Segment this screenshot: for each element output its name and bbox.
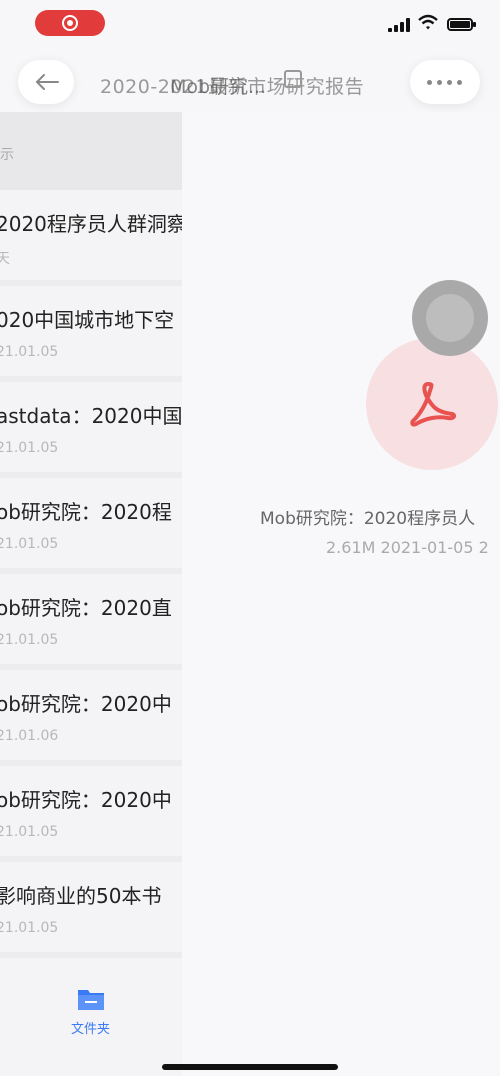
touch-indicator	[412, 280, 488, 356]
list-item-title: ob研究院：2020直	[0, 596, 172, 620]
list-item-title: 020中国城市地下空	[0, 308, 175, 332]
top-nav: 2020-2021最新市场研究报告 Mob研究...	[0, 52, 500, 112]
pdf-preview[interactable]	[366, 338, 498, 470]
folder-icon[interactable]	[76, 986, 106, 1012]
screen-record-indicator[interactable]	[35, 10, 105, 36]
list-item-title: 影响商业的50本书	[0, 884, 162, 908]
status-bar	[0, 0, 500, 48]
file-list-panel: 示 2020程序员人群洞察 天 020中国城市地下空 21.01.05 astd…	[0, 112, 182, 1076]
home-indicator[interactable]	[162, 1064, 338, 1070]
list-item-date: 21.01.05	[0, 824, 59, 840]
file-name: Mob研究院：2020程序员人	[260, 509, 476, 529]
list-item-title: ob研究院：2020程	[0, 500, 172, 524]
battery-icon	[447, 18, 476, 31]
list-item-title: ob研究院：2020中	[0, 692, 172, 716]
arrow-left-icon	[35, 74, 59, 90]
list-item[interactable]: 2020程序员人群洞察 天	[0, 190, 182, 286]
more-button[interactable]	[410, 60, 480, 104]
wifi-icon	[418, 14, 438, 30]
list-item-date: 21.01.05	[0, 920, 59, 936]
list-item[interactable]: ob研究院：2020程 21.01.05	[0, 478, 182, 574]
list-item-date: 21.01.05	[0, 536, 59, 552]
back-button[interactable]	[18, 60, 74, 104]
list-item-date: 21.01.05	[0, 440, 59, 456]
file-detail-panel: Mob研究院：2020程序员人 2.61M 2021-01-05 2	[182, 112, 500, 1076]
list-header: 示	[0, 112, 182, 190]
list-item-date: 21.01.05	[0, 632, 59, 648]
list-item-title: ob研究院：2020中	[0, 788, 172, 812]
list-item[interactable]: 影响商业的50本书 21.01.05	[0, 862, 182, 958]
signal-icon	[388, 18, 410, 32]
share-icon[interactable]	[282, 68, 304, 90]
transition-title: Mob研究...	[170, 76, 267, 98]
pdf-icon	[410, 382, 457, 427]
list-item[interactable]: ob研究院：2020中 21.01.06	[0, 670, 182, 766]
tab-bar: 文件夹	[0, 966, 182, 1076]
list-item-date: 天	[0, 251, 10, 267]
list-item[interactable]: astdata：2020中国 21.01.05	[0, 382, 182, 478]
file-meta: 2.61M 2021-01-05 2	[326, 538, 489, 557]
list-item[interactable]: ob研究院：2020中 21.01.05	[0, 766, 182, 862]
list-item[interactable]: 020中国城市地下空 21.01.05	[0, 286, 182, 382]
tab-folder-label[interactable]: 文件夹	[71, 1018, 110, 1037]
list-item-date: 21.01.05	[0, 344, 59, 360]
list-item-title: astdata：2020中国	[0, 404, 182, 428]
list-item-date: 21.01.06	[0, 728, 59, 744]
list-item-title: 2020程序员人群洞察	[0, 212, 182, 236]
list-item[interactable]: ob研究院：2020直 21.01.05	[0, 574, 182, 670]
